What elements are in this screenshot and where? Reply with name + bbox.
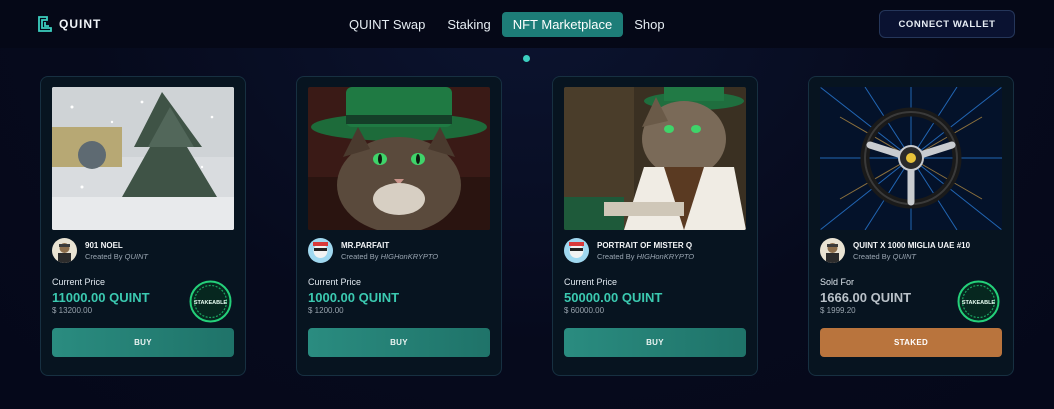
nft-image[interactable] [564, 87, 746, 230]
main-menu: QUINT Swap Staking NFT Marketplace Shop [338, 12, 676, 37]
nft-image[interactable] [308, 87, 490, 230]
badge-label: STAKEABLE [962, 300, 996, 306]
nft-image[interactable] [820, 87, 1002, 230]
created-by-prefix: Created By [85, 251, 123, 261]
price-usd: $ 1200.00 [308, 306, 344, 315]
nav-staking[interactable]: Staking [436, 12, 501, 37]
nft-name: QUINT X 1000 MIGLIA UAE #10 [853, 240, 971, 250]
price-label: Current Price [564, 277, 618, 287]
created-by: Created By HIGHonKRYPTO [341, 251, 438, 262]
buy-button[interactable]: BUY [52, 328, 234, 357]
badge-label: STAKEABLE [194, 300, 228, 306]
carousel-indicator-dot[interactable] [523, 55, 530, 62]
price-value: 1000.00 QUINT [308, 290, 400, 305]
creator-name[interactable]: QUINT [125, 252, 148, 261]
created-by: Created By QUINT [853, 251, 970, 262]
buy-button[interactable]: BUY [308, 328, 490, 357]
nft-card[interactable]: QUINT X 1000 MIGLIA UAE #10 Created By Q… [808, 76, 1014, 376]
created-by: Created By HIGHonKRYPTO [597, 251, 694, 262]
creator-info: MR.PARFAIT Created By HIGHonKRYPTO [308, 238, 438, 263]
nft-image[interactable] [52, 87, 234, 230]
created-by-prefix: Created By [853, 251, 891, 261]
nav-shop[interactable]: Shop [623, 12, 675, 37]
creator-avatar[interactable] [52, 238, 77, 263]
creator-avatar[interactable] [308, 238, 333, 263]
price-value: 50000.00 QUINT [564, 290, 663, 305]
nft-card[interactable]: MR.PARFAIT Created By HIGHonKRYPTO Curre… [296, 76, 502, 376]
price-label: Current Price [52, 277, 106, 287]
brand-name: QUINT [59, 17, 102, 31]
nav-quint-swap[interactable]: QUINT Swap [338, 12, 436, 37]
price-value: 11000.00 QUINT [52, 290, 150, 305]
staked-button[interactable]: STAKED [820, 328, 1002, 357]
nft-card[interactable]: PORTRAIT OF MISTER Q Created By HIGHonKR… [552, 76, 758, 376]
stakeable-badge-icon: STAKEABLE [957, 280, 1000, 323]
creator-avatar[interactable] [564, 238, 589, 263]
top-nav: QUINT QUINT Swap Staking NFT Marketplace… [0, 0, 1054, 48]
price-label: Sold For [820, 277, 855, 287]
quint-logo-icon [38, 16, 52, 32]
creator-name[interactable]: HIGHonKRYPTO [381, 252, 439, 261]
price-usd: $ 60000.00 [564, 306, 605, 315]
price-label: Current Price [308, 277, 362, 287]
nft-name: MR.PARFAIT [341, 240, 390, 250]
created-by-prefix: Created By [341, 251, 379, 261]
page: QUINT QUINT Swap Staking NFT Marketplace… [0, 0, 1054, 409]
price-usd: $ 13200.00 [52, 306, 93, 315]
creator-avatar[interactable] [820, 238, 845, 263]
nav-nft-marketplace[interactable]: NFT Marketplace [501, 12, 624, 37]
brand-logo[interactable]: QUINT [38, 16, 101, 32]
nft-name: PORTRAIT OF MISTER Q [597, 240, 693, 250]
buy-button[interactable]: BUY [564, 328, 746, 357]
created-by-prefix: Created By [597, 251, 635, 261]
creator-info: PORTRAIT OF MISTER Q Created By HIGHonKR… [564, 238, 694, 263]
creator-info: 901 NOEL Created By QUINT [52, 238, 148, 263]
nft-card[interactable]: 901 NOEL Created By QUINT Current Price … [40, 76, 246, 376]
creator-name[interactable]: HIGHonKRYPTO [637, 252, 695, 261]
creator-info: QUINT X 1000 MIGLIA UAE #10 Created By Q… [820, 238, 970, 263]
price-usd: $ 1999.20 [820, 306, 856, 315]
connect-wallet-button[interactable]: CONNECT WALLET [879, 10, 1015, 38]
nft-name: 901 NOEL [85, 240, 123, 250]
creator-name[interactable]: QUINT [893, 252, 916, 261]
stakeable-badge-icon: STAKEABLE [189, 280, 232, 323]
price-value: 1666.00 QUINT [820, 290, 912, 305]
created-by: Created By QUINT [85, 251, 148, 262]
